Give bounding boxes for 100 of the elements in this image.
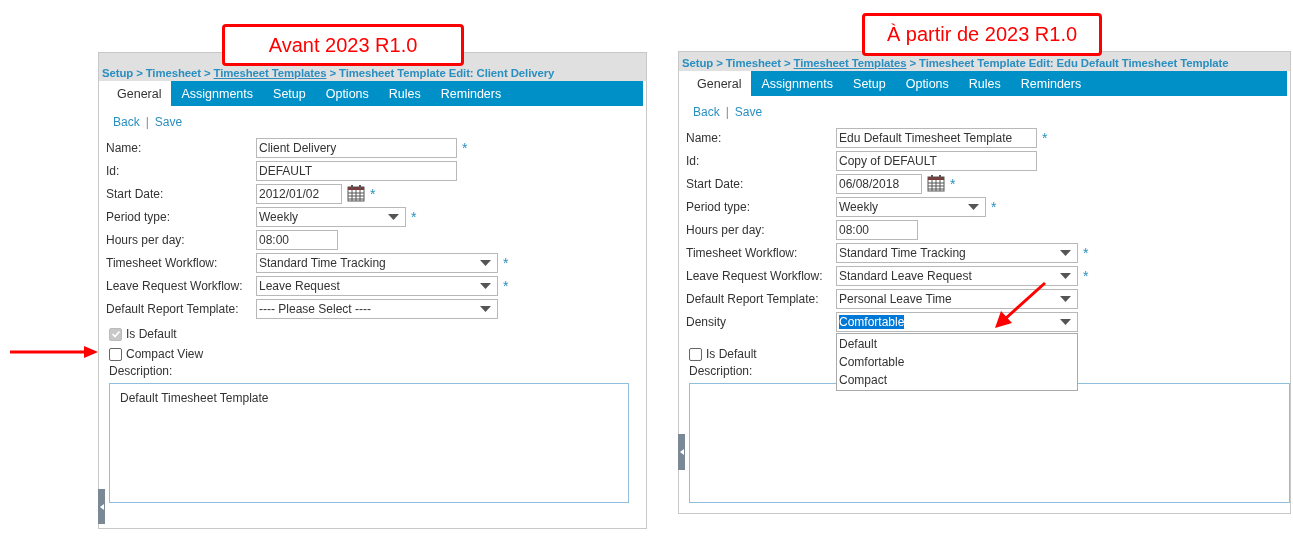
required-mark: * (462, 139, 468, 156)
checkbox-label: Compact View (126, 347, 204, 361)
tab[interactable]: Reminders (430, 81, 512, 106)
dropdown-field[interactable]: Personal Leave Time (836, 288, 1078, 309)
dropdown-option[interactable]: Compact (839, 370, 1075, 389)
field-label: Default Report Template: (106, 301, 240, 316)
dropdown-field[interactable]: ---- Please Select ---- (256, 298, 498, 319)
tab[interactable]: Setup (843, 71, 896, 96)
dropdown-option[interactable]: Comfortable (839, 352, 1075, 371)
field-label: Start Date: (686, 176, 745, 191)
breadcrumb-separator: > (783, 57, 791, 69)
field-label: Description: (689, 364, 753, 380)
date-field[interactable]: 06/08/2018 (836, 173, 922, 194)
caret-icon (1060, 295, 1071, 302)
caret-icon (480, 305, 491, 312)
field-label: Timesheet Workflow: (106, 255, 219, 270)
field-label: Id: (686, 153, 701, 168)
field-label: Name: (686, 130, 723, 145)
description-field[interactable]: Default Timesheet Template (109, 383, 629, 503)
checkbox-label: Is Default (126, 327, 177, 341)
tab[interactable]: Options (315, 81, 379, 106)
action-link[interactable]: Save (154, 115, 183, 129)
collapse-handle[interactable] (678, 434, 685, 470)
breadcrumb-separator: > (909, 57, 916, 69)
tab[interactable]: Rules (378, 81, 431, 106)
dropdown-field[interactable]: Leave Request (256, 275, 498, 296)
breadcrumb-link[interactable]: Timesheet Templates (213, 67, 327, 79)
breadcrumb-link[interactable]: Timesheet (145, 67, 201, 79)
caret-icon (1060, 249, 1071, 256)
tab[interactable]: Assignments (751, 71, 844, 96)
dropdown-field[interactable]: Weekly (836, 196, 986, 217)
input-field[interactable]: 08:00 (836, 219, 918, 240)
field-label: Period type: (106, 209, 172, 224)
tab[interactable]: General (681, 71, 752, 96)
breadcrumb-separator: > (329, 67, 336, 79)
tab[interactable]: Rules (958, 71, 1011, 96)
required-mark: * (1083, 267, 1089, 284)
dropdown-field[interactable]: Standard Time Tracking (836, 242, 1078, 263)
dropdown-field[interactable]: Standard Leave Request (836, 265, 1078, 286)
breadcrumb-link[interactable]: Timesheet Template Edit: Client Delivery (339, 67, 555, 79)
input-field[interactable]: 08:00 (256, 229, 338, 250)
version-label: À partir de 2023 R1.0 (862, 13, 1102, 56)
date-field[interactable]: 2012/01/02 (256, 183, 342, 204)
checkbox[interactable] (689, 347, 702, 361)
breadcrumb-link[interactable]: Timesheet Template Edit: Edu Default Timesheet Template (919, 57, 1229, 69)
caret-icon (480, 259, 491, 266)
breadcrumb-link[interactable]: Setup (102, 67, 134, 79)
caret-icon (388, 213, 399, 220)
required-mark: * (950, 175, 956, 192)
required-mark: * (411, 208, 417, 225)
checkbox[interactable] (109, 347, 122, 361)
field-label: Hours per day: (106, 232, 186, 247)
input-field[interactable]: Client Delivery (256, 137, 457, 158)
calendar-icon[interactable] (347, 185, 365, 202)
caret-icon (1060, 272, 1071, 279)
field-label: Name: (106, 140, 143, 155)
input-field[interactable]: DEFAULT (256, 160, 457, 181)
field-label: Id: (106, 163, 121, 178)
field-label: Hours per day: (686, 222, 766, 237)
field-label: Timesheet Workflow: (686, 245, 799, 260)
caret-icon (480, 282, 491, 289)
field-label: Default Report Template: (686, 291, 820, 306)
tab[interactable]: Assignments (171, 81, 264, 106)
field-label: Leave Request Workflow: (686, 268, 824, 283)
required-mark: * (370, 185, 376, 202)
breadcrumb-separator: > (716, 57, 723, 69)
tab[interactable]: Setup (263, 81, 316, 106)
action-link[interactable]: Save (734, 105, 763, 119)
tab[interactable]: Reminders (1010, 71, 1092, 96)
calendar-icon[interactable] (927, 175, 945, 192)
field-label: Leave Request Workflow: (106, 278, 244, 293)
caret-icon (968, 203, 979, 210)
tab[interactable]: General (101, 81, 172, 106)
breadcrumb-link[interactable]: Timesheet Templates (793, 57, 907, 69)
field-label: Period type: (686, 199, 752, 214)
required-mark: * (1083, 244, 1089, 261)
breadcrumb-separator: > (203, 67, 211, 79)
link-separator: | (145, 115, 149, 129)
field-label: Start Date: (106, 186, 165, 201)
dropdown-field[interactable]: Standard Time Tracking (256, 252, 498, 273)
input-field[interactable]: Edu Default Timesheet Template (836, 127, 1037, 148)
required-mark: * (503, 277, 509, 294)
breadcrumb-link[interactable]: Timesheet (725, 57, 781, 69)
input-field[interactable]: Copy of DEFAULT (836, 150, 1037, 171)
caret-icon (1060, 318, 1071, 325)
action-link[interactable]: Back (693, 105, 720, 119)
breadcrumb-link[interactable]: Setup (682, 57, 714, 69)
collapse-handle[interactable] (98, 489, 105, 524)
required-mark: * (991, 198, 997, 215)
dropdown-field[interactable]: Comfortable (836, 311, 1078, 332)
pointer-arrow (993, 281, 1047, 329)
breadcrumb-separator: > (136, 67, 143, 79)
dropdown-option[interactable]: Default (839, 334, 1075, 353)
version-label: Avant 2023 R1.0 (222, 24, 464, 66)
required-mark: * (503, 254, 509, 271)
field-label: Description: (109, 364, 173, 380)
field-label: Density (686, 314, 727, 329)
dropdown-field[interactable]: Weekly (256, 206, 406, 227)
tab[interactable]: Options (895, 71, 959, 96)
action-link[interactable]: Back (113, 115, 140, 129)
